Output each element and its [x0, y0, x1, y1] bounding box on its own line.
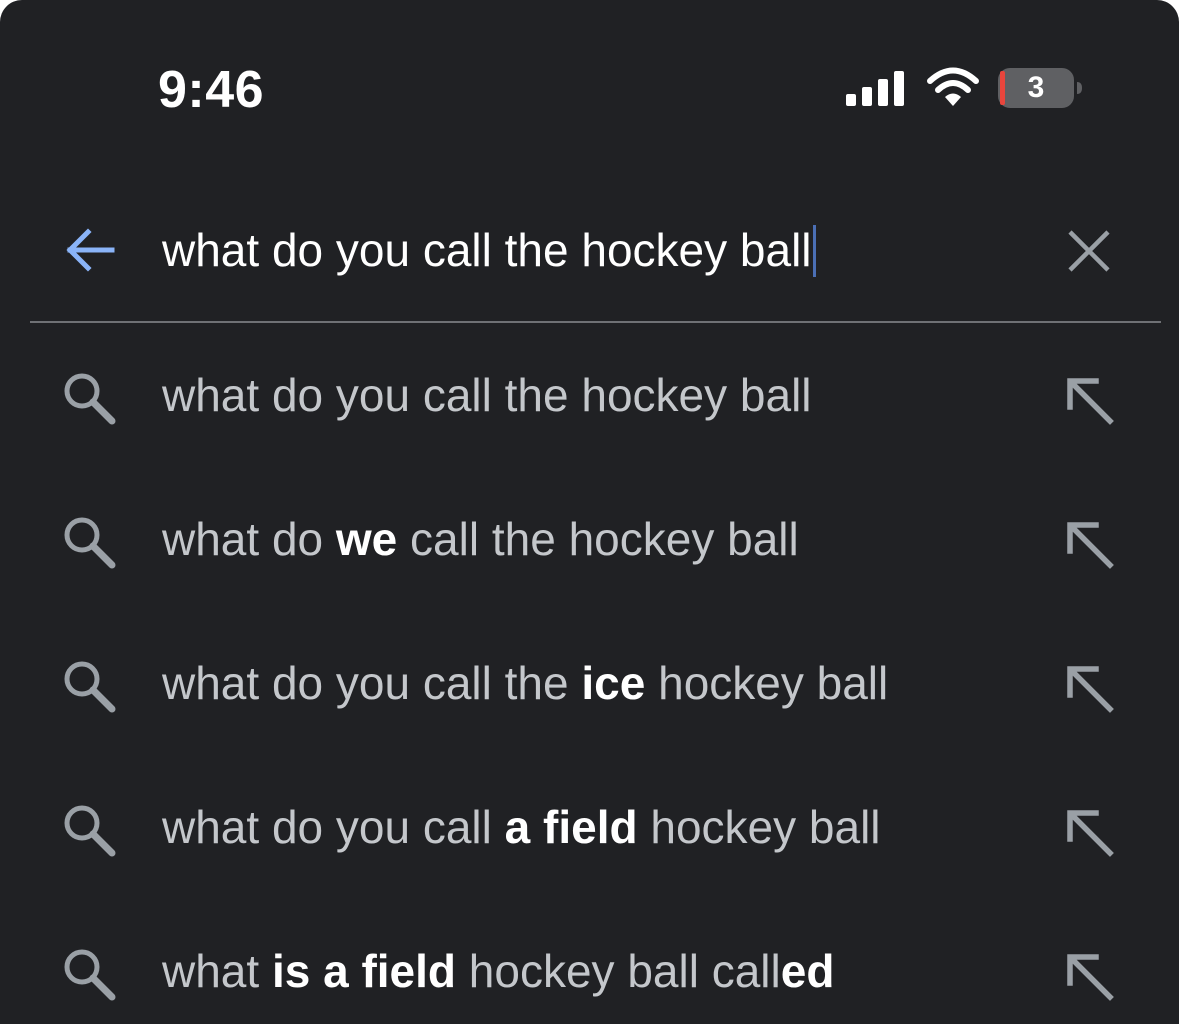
status-time: 9:46 [158, 61, 265, 119]
arrow-up-left-icon[interactable] [1060, 947, 1120, 1007]
suggestion-bold-part: ed [780, 945, 835, 997]
suggestion-part: hockey ball [637, 801, 881, 853]
suggestion-text: what do you call the ice hockey ball [162, 651, 888, 715]
suggestion-item[interactable]: what do you call the ice hockey ball [0, 613, 1179, 753]
suggestion-part: what do you call the [162, 657, 582, 709]
search-icon [64, 661, 116, 713]
search-icon [64, 373, 116, 425]
suggestion-item[interactable]: what do you call the hockey ball [0, 325, 1179, 465]
suggestion-bold-part: we [335, 513, 398, 565]
suggestion-item[interactable]: what do you call a field hockey ball [0, 757, 1179, 897]
search-input[interactable]: what do you call the hockey ball [162, 218, 816, 282]
suggestion-bold-part: ice [581, 657, 646, 709]
search-query: what do you call the hockey ball [162, 224, 812, 276]
search-icon [64, 949, 116, 1001]
arrow-up-left-icon[interactable] [1060, 371, 1120, 431]
battery-level: 3 [1027, 71, 1045, 104]
search-screen: 9:46 3 what do you call the hockey ball … [0, 0, 1179, 1024]
arrow-left-icon[interactable] [62, 222, 118, 278]
suggestion-bold-part: a field [504, 801, 638, 853]
suggestion-part: hockey ball [645, 657, 889, 709]
signal-icon [846, 71, 904, 106]
suggestion-part: hockey ball call [456, 945, 781, 997]
suggestion-part: what do you call [162, 801, 505, 853]
suggestion-part: what do [162, 513, 336, 565]
suggestion-item[interactable]: what do we call the hockey ball [0, 469, 1179, 609]
suggestion-text: what do you call a field hockey ball [162, 795, 881, 859]
search-icon [64, 517, 116, 569]
wifi-icon [927, 67, 979, 106]
suggestion-text: what do you call the hockey ball [162, 363, 812, 427]
suggestion-text: what is a field hockey ball called [162, 939, 834, 1003]
search-icon [64, 805, 116, 857]
suggestion-bold-part: is a field [271, 945, 457, 997]
search-divider [30, 321, 1161, 323]
arrow-up-left-icon[interactable] [1060, 803, 1120, 863]
text-caret [812, 224, 816, 277]
suggestion-part: what [162, 945, 272, 997]
suggestion-part: what do you call the hockey ball [162, 369, 812, 421]
suggestion-part: call the hockey ball [397, 513, 799, 565]
arrow-up-left-icon[interactable] [1060, 659, 1120, 719]
suggestion-item[interactable]: what is a field hockey ball called [0, 901, 1179, 1024]
suggestion-text: what do we call the hockey ball [162, 507, 799, 571]
arrow-up-left-icon[interactable] [1060, 515, 1120, 575]
close-icon[interactable] [1064, 226, 1114, 276]
